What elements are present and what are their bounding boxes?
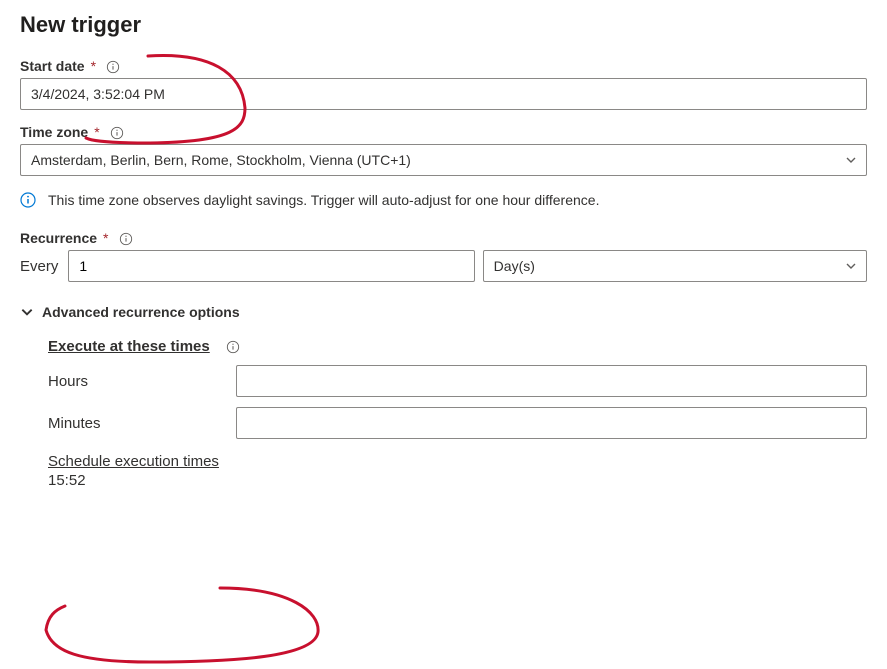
advanced-toggle-label: Advanced recurrence options	[42, 304, 240, 320]
start-date-label-row: Start date *	[20, 58, 867, 74]
time-zone-field: Time zone * Amsterdam, Berlin, Bern, Rom…	[20, 124, 867, 176]
page-title: New trigger	[20, 12, 867, 38]
required-asterisk: *	[91, 58, 96, 74]
advanced-content: Execute at these times Hours Minutes	[20, 338, 867, 489]
info-icon[interactable]	[119, 232, 133, 246]
minutes-input[interactable]	[236, 407, 867, 439]
minutes-row: Minutes	[48, 407, 867, 439]
start-date-input[interactable]	[20, 78, 867, 110]
recurrence-row: Every Day(s)	[20, 250, 867, 282]
every-label: Every	[20, 258, 58, 275]
execute-at-label: Execute at these times	[48, 338, 210, 355]
time-zone-select-wrap: Amsterdam, Berlin, Bern, Rome, Stockholm…	[20, 144, 867, 176]
required-asterisk: *	[94, 124, 99, 140]
advanced-toggle[interactable]: Advanced recurrence options	[20, 304, 867, 320]
start-date-label: Start date	[20, 58, 85, 74]
execute-at-heading: Execute at these times	[48, 338, 240, 355]
time-zone-select[interactable]: Amsterdam, Berlin, Bern, Rome, Stockholm…	[20, 144, 867, 176]
minutes-label: Minutes	[48, 415, 236, 432]
schedule-times-label: Schedule execution times	[48, 453, 867, 470]
chevron-down-icon	[20, 305, 34, 319]
info-icon	[20, 192, 36, 208]
recurrence-field: Recurrence * Every Day(s)	[20, 230, 867, 282]
every-input[interactable]	[68, 250, 474, 282]
recurrence-label: Recurrence	[20, 230, 97, 246]
hours-label: Hours	[48, 373, 236, 390]
time-zone-label-row: Time zone *	[20, 124, 867, 140]
new-trigger-form: New trigger Start date * Time zone *	[20, 12, 867, 489]
required-asterisk: *	[103, 230, 108, 246]
hours-input[interactable]	[236, 365, 867, 397]
info-icon[interactable]	[106, 60, 120, 74]
start-date-field: Start date *	[20, 58, 867, 110]
schedule-times-value: 15:52	[48, 472, 867, 489]
info-icon[interactable]	[226, 340, 240, 354]
recurrence-label-row: Recurrence *	[20, 230, 867, 246]
dst-message-text: This time zone observes daylight savings…	[48, 192, 599, 208]
schedule-times: Schedule execution times 15:52	[48, 453, 867, 489]
hours-row: Hours	[48, 365, 867, 397]
advanced-section: Advanced recurrence options Execute at t…	[20, 304, 867, 489]
unit-select-wrap: Day(s)	[483, 250, 867, 282]
unit-select[interactable]: Day(s)	[483, 250, 867, 282]
time-zone-label: Time zone	[20, 124, 88, 140]
dst-message: This time zone observes daylight savings…	[20, 192, 867, 208]
info-icon[interactable]	[110, 126, 124, 140]
